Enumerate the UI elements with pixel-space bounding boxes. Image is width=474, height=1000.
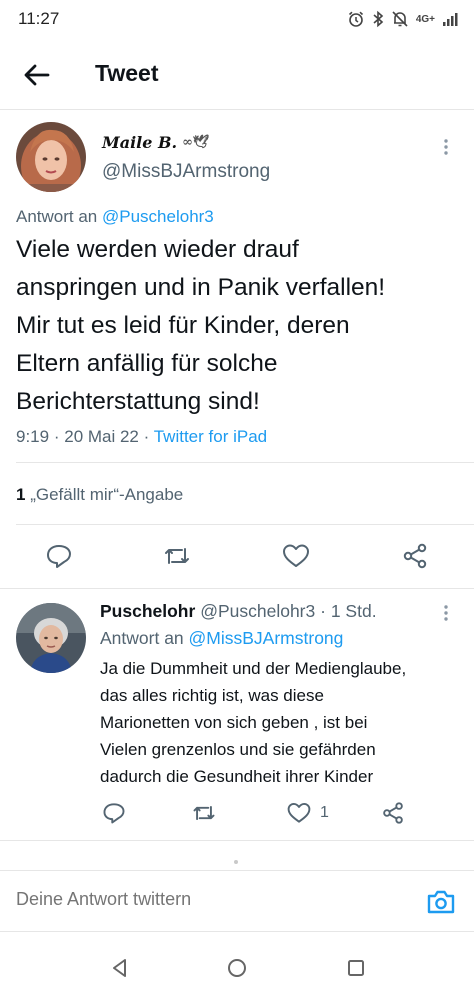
nav-home-button[interactable] bbox=[225, 956, 249, 980]
share-button[interactable] bbox=[400, 541, 430, 571]
more-vertical-icon bbox=[444, 139, 448, 155]
divider bbox=[16, 462, 474, 463]
retweet-button[interactable] bbox=[162, 541, 192, 571]
meta-separator: · bbox=[143, 427, 150, 446]
tweet-source-link[interactable]: Twitter for iPad bbox=[154, 427, 267, 446]
status-icons: 4G+ bbox=[347, 10, 458, 28]
tweet-text-line: Berichterstattung sind! bbox=[16, 388, 260, 415]
like-button[interactable] bbox=[281, 541, 311, 571]
tweet-text: Viele werden wieder drauf anspringen und… bbox=[16, 231, 466, 421]
status-bar: 11:27 4G+ bbox=[0, 0, 474, 38]
bluetooth-icon bbox=[372, 10, 384, 28]
circle-home-icon bbox=[228, 959, 246, 977]
nav-back-button[interactable] bbox=[108, 956, 132, 980]
reply-button[interactable] bbox=[44, 541, 74, 571]
heart-icon bbox=[287, 802, 311, 823]
reply-prefix: Antwort an bbox=[100, 628, 184, 648]
share-icon bbox=[383, 802, 403, 824]
status-time: 11:27 bbox=[18, 9, 60, 28]
compose-bar bbox=[0, 870, 474, 932]
tweet-meta: 9:19 · 20 Mai 22 · Twitter for iPad bbox=[16, 427, 267, 447]
arrow-left-icon bbox=[24, 64, 50, 86]
tweet-text-line: Vielen grenzenlos und sie gefährden bbox=[100, 740, 376, 759]
alarm-icon bbox=[347, 10, 365, 28]
tweet-text: Ja die Dummheit und der Medienglaube, da… bbox=[100, 655, 470, 790]
mute-icon bbox=[391, 10, 409, 28]
triangle-back-icon bbox=[113, 959, 126, 977]
nav-recents-button[interactable] bbox=[344, 956, 368, 980]
tweet-text-line: Eltern anfällig für solche bbox=[16, 350, 278, 377]
more-options-button[interactable] bbox=[436, 603, 456, 623]
scroll-indicator-dot bbox=[234, 860, 238, 864]
tweet-text-line: dadurch die Gesundheit ihrer Kinder bbox=[100, 767, 374, 786]
retweet-icon bbox=[193, 805, 215, 821]
reply-header: Puschelohr @Puschelohr3 · 1 Std. bbox=[100, 601, 377, 622]
signal-icon bbox=[442, 11, 458, 27]
share-button[interactable] bbox=[380, 800, 406, 826]
user-handle[interactable]: @MissBJArmstrong bbox=[102, 161, 270, 183]
reply-to-link[interactable]: @MissBJArmstrong bbox=[189, 628, 344, 648]
display-name-emoji: ∞🕊 bbox=[182, 135, 210, 150]
avatar[interactable] bbox=[16, 122, 86, 192]
reply-icon bbox=[103, 803, 125, 824]
back-button[interactable] bbox=[20, 58, 54, 92]
tweet-text-line: anspringen und in Panik verfallen! bbox=[16, 274, 386, 301]
display-name-text: Maile B. bbox=[102, 133, 178, 152]
square-recents-icon bbox=[348, 960, 364, 976]
tweet-text-line: das alles richtig ist, was diese bbox=[100, 686, 324, 705]
tweet-text-line: Viele werden wieder drauf bbox=[16, 236, 299, 263]
retweet-icon bbox=[165, 548, 189, 564]
retweet-button[interactable] bbox=[191, 800, 217, 826]
reply-to-link[interactable]: @Puschelohr3 bbox=[102, 207, 214, 226]
user-handle[interactable]: @Puschelohr3 bbox=[200, 601, 315, 621]
reply-input[interactable] bbox=[16, 889, 396, 910]
avatar[interactable] bbox=[16, 603, 86, 673]
share-icon bbox=[403, 543, 427, 569]
like-button[interactable] bbox=[286, 800, 312, 826]
divider bbox=[16, 524, 474, 525]
tweet-actions bbox=[0, 541, 474, 581]
tweet-date: 20 Mai 22 bbox=[64, 427, 139, 446]
heart-icon bbox=[283, 544, 309, 567]
reply-button[interactable] bbox=[101, 800, 127, 826]
page-title: Tweet bbox=[95, 60, 159, 86]
likes-summary[interactable]: 1 „Gefällt mir“-Angabe bbox=[16, 485, 183, 505]
tweet-text-line: Ja die Dummheit und der Medienglaube, bbox=[100, 659, 407, 678]
meta-separator: · bbox=[53, 427, 60, 446]
camera-button[interactable] bbox=[424, 885, 458, 919]
reply-icon bbox=[47, 545, 71, 568]
tweet-text-line: Mir tut es leid für Kinder, deren bbox=[16, 312, 350, 339]
reply-context: Antwort an @MissBJArmstrong bbox=[100, 628, 343, 649]
tweet-time: 9:19 bbox=[16, 427, 50, 446]
more-vertical-icon bbox=[444, 605, 448, 621]
system-nav-bar bbox=[0, 936, 474, 1000]
meta-separator: · bbox=[320, 601, 326, 621]
camera-icon bbox=[427, 890, 455, 914]
display-name[interactable]: Puschelohr bbox=[100, 601, 195, 621]
top-app-bar: Tweet bbox=[0, 38, 474, 110]
tweet-age: 1 Std. bbox=[330, 601, 377, 621]
tweet-text-line: Marionetten von sich geben , ist bei bbox=[100, 713, 368, 732]
like-count: 1 bbox=[320, 804, 329, 821]
reply-context: Antwort an @Puschelohr3 bbox=[16, 207, 214, 227]
more-options-button[interactable] bbox=[436, 137, 456, 157]
likes-label: „Gefällt mir“-Angabe bbox=[30, 485, 184, 504]
divider bbox=[0, 840, 474, 841]
reply-prefix: Antwort an bbox=[16, 207, 98, 226]
divider bbox=[0, 588, 474, 589]
likes-count: 1 bbox=[16, 485, 26, 504]
network-type: 4G+ bbox=[415, 13, 435, 25]
display-name[interactable]: Maile B. ∞🕊 bbox=[102, 133, 209, 152]
reply-tweet-actions: 1 bbox=[0, 798, 474, 832]
